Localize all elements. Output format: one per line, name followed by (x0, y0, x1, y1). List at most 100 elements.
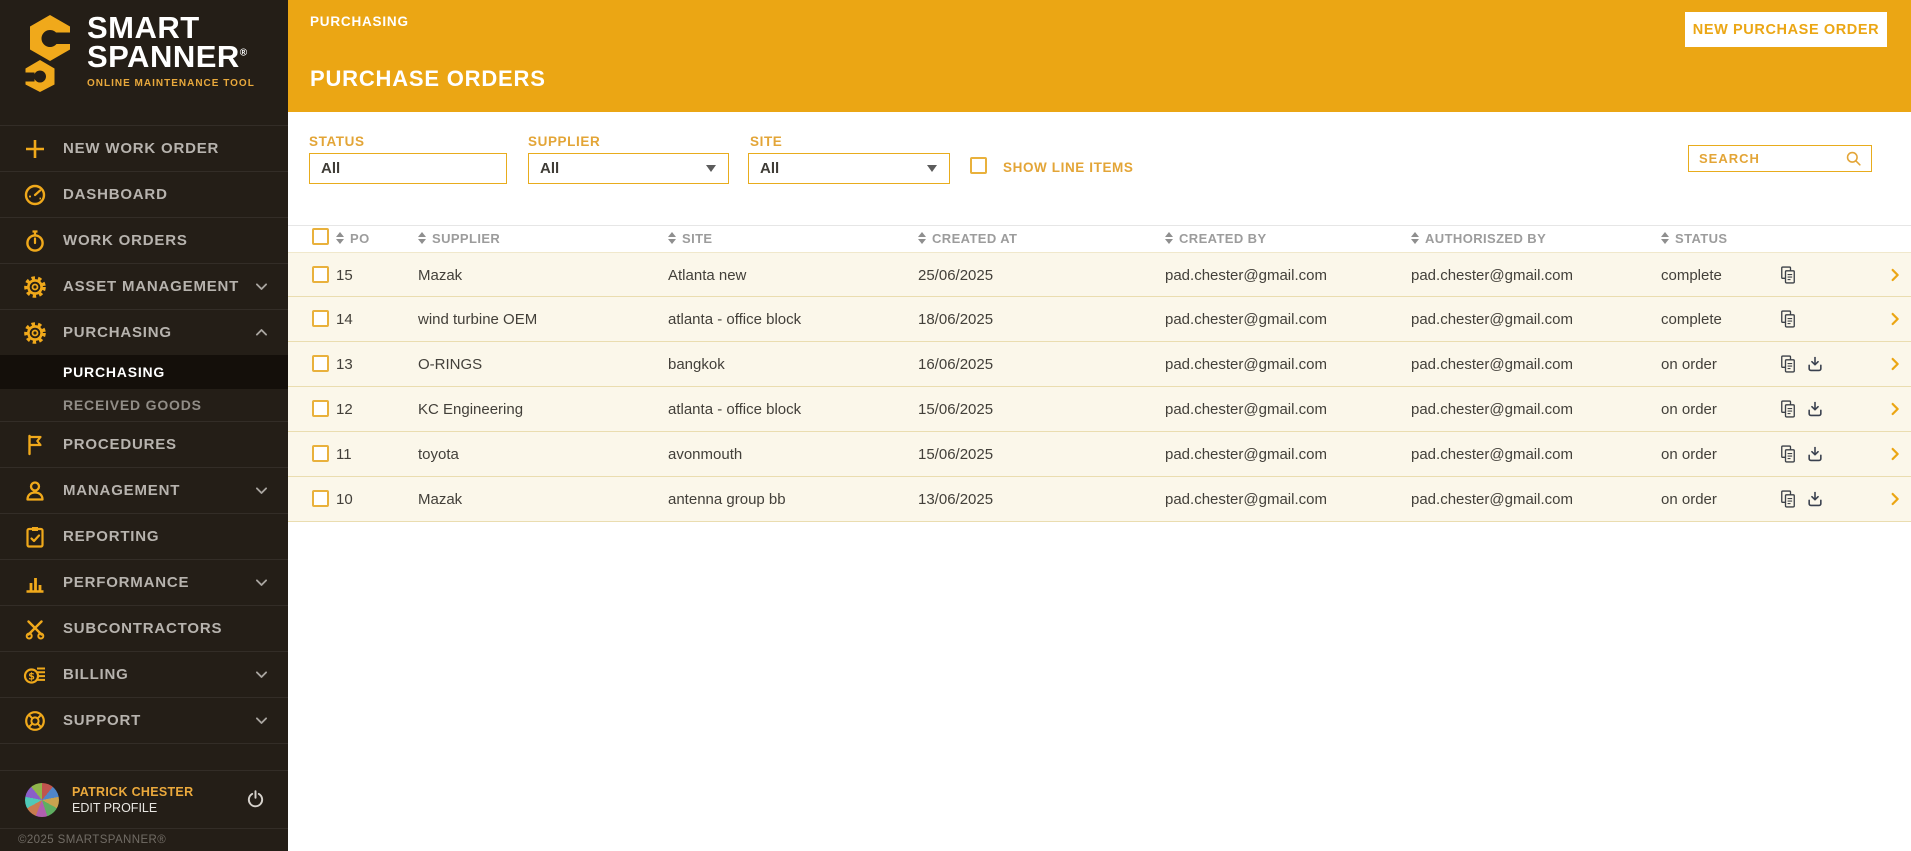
sort-icon[interactable] (1661, 232, 1669, 244)
created-at-cell: 16/06/2025 (918, 356, 994, 373)
chevron-down-icon[interactable] (253, 482, 270, 499)
sidebar-item-asset-management[interactable]: ASSET MANAGEMENT (0, 263, 288, 309)
row-checkbox[interactable] (312, 310, 329, 327)
chevron-down-icon[interactable] (253, 574, 270, 591)
table-row[interactable]: 12 KC Engineering atlanta - office block… (288, 387, 1911, 432)
copy-icon[interactable] (1778, 399, 1798, 419)
gear-icon (22, 275, 48, 299)
sidebar-item-billing[interactable]: $ BILLING (0, 651, 288, 697)
sidebar-item-management[interactable]: MANAGEMENT (0, 467, 288, 513)
logo[interactable]: SMART SPANNER® ONLINE MAINTENANCE TOOL (0, 0, 288, 125)
edit-profile-link[interactable]: EDIT PROFILE (72, 801, 193, 815)
chevron-right-icon[interactable] (1887, 446, 1903, 462)
column-header-created-by[interactable]: CREATED BY (1165, 229, 1267, 247)
column-header-status[interactable]: STATUS (1661, 229, 1727, 247)
row-checkbox[interactable] (312, 445, 329, 462)
column-header-po[interactable]: PO (336, 229, 370, 247)
power-icon[interactable] (245, 789, 266, 810)
sort-icon[interactable] (336, 232, 344, 244)
created-at-cell: 13/06/2025 (918, 491, 994, 508)
supplier-cell: KC Engineering (418, 401, 524, 418)
authorized-by-cell: pad.chester@gmail.com (1411, 267, 1573, 284)
table-row[interactable]: 13 O-RINGS bangkok 16/06/2025 pad.cheste… (288, 342, 1911, 387)
row-checkbox[interactable] (312, 490, 329, 507)
show-line-items-checkbox[interactable] (970, 157, 987, 174)
chevron-right-icon[interactable] (1887, 401, 1903, 417)
breadcrumb[interactable]: PURCHASING (310, 14, 409, 29)
site-cell: Atlanta new (668, 267, 747, 284)
main-content: PURCHASING PURCHASE ORDERS NEW PURCHASE … (288, 0, 1911, 851)
sidebar-item-label: MANAGEMENT (63, 482, 181, 499)
search-icon[interactable] (1844, 149, 1863, 168)
sort-icon[interactable] (1411, 232, 1419, 244)
site-filter-select[interactable]: All (748, 153, 950, 184)
search-input[interactable] (1699, 151, 1844, 166)
table-row[interactable]: 10 Mazak antenna group bb 13/06/2025 pad… (288, 477, 1911, 522)
chevron-right-icon[interactable] (1887, 311, 1903, 327)
authorized-by-cell: pad.chester@gmail.com (1411, 356, 1573, 373)
bar-chart-icon (22, 571, 48, 595)
sidebar-item-reporting[interactable]: REPORTING (0, 513, 288, 559)
chevron-right-icon[interactable] (1887, 267, 1903, 283)
supplier-filter-select[interactable]: All (528, 153, 729, 184)
sidebar-subitem-received-goods[interactable]: RECEIVED GOODS (0, 389, 288, 421)
row-checkbox[interactable] (312, 355, 329, 372)
column-header-authorized-by[interactable]: AUTHORISZED BY (1411, 229, 1546, 247)
sidebar-item-purchasing[interactable]: PURCHASING (0, 309, 288, 355)
column-header-site[interactable]: SITE (668, 229, 713, 247)
column-header-supplier[interactable]: SUPPLIER (418, 229, 500, 247)
plus-icon (22, 137, 48, 161)
download-icon[interactable] (1805, 444, 1825, 464)
sort-icon[interactable] (1165, 232, 1173, 244)
status-cell: complete (1661, 311, 1722, 328)
sidebar-subitem-purchasing[interactable]: PURCHASING (0, 355, 288, 389)
sort-icon[interactable] (418, 232, 426, 244)
copy-icon[interactable] (1778, 265, 1798, 285)
sidebar-item-new-work-order[interactable]: NEW WORK ORDER (0, 125, 288, 171)
chevron-right-icon[interactable] (1887, 491, 1903, 507)
download-icon[interactable] (1805, 489, 1825, 509)
supplier-cell: wind turbine OEM (418, 311, 538, 328)
sort-icon[interactable] (668, 232, 676, 244)
status-filter-input[interactable] (309, 153, 507, 184)
po-cell: 15 (336, 267, 353, 284)
status-filter-label: STATUS (309, 134, 365, 149)
table-row[interactable]: 14 wind turbine OEM atlanta - office blo… (288, 297, 1911, 342)
column-header-created-at[interactable]: CREATED AT (918, 229, 1017, 247)
sidebar-item-subcontractors[interactable]: SUBCONTRACTORS (0, 605, 288, 651)
sidebar: SMART SPANNER® ONLINE MAINTENANCE TOOL NE… (0, 0, 288, 851)
sidebar-item-label: BILLING (63, 666, 129, 683)
created-by-cell: pad.chester@gmail.com (1165, 401, 1327, 418)
download-icon[interactable] (1805, 399, 1825, 419)
new-purchase-order-button[interactable]: NEW PURCHASE ORDER (1685, 12, 1887, 47)
sidebar-item-procedures[interactable]: PROCEDURES (0, 421, 288, 467)
table-row[interactable]: 11 toyota avonmouth 15/06/2025 pad.chest… (288, 432, 1911, 477)
download-icon[interactable] (1805, 354, 1825, 374)
sidebar-item-label: NEW WORK ORDER (63, 140, 220, 157)
chevron-up-icon[interactable] (253, 324, 270, 341)
page-header: PURCHASING PURCHASE ORDERS NEW PURCHASE … (288, 0, 1911, 112)
chevron-down-icon[interactable] (253, 712, 270, 729)
authorized-by-cell: pad.chester@gmail.com (1411, 491, 1573, 508)
sidebar-item-support[interactable]: SUPPORT (0, 697, 288, 743)
select-all-checkbox[interactable] (312, 228, 329, 245)
show-line-items-label[interactable]: SHOW LINE ITEMS (1003, 160, 1134, 175)
row-checkbox[interactable] (312, 266, 329, 283)
flag-icon (22, 433, 48, 457)
avatar[interactable] (25, 782, 59, 817)
sort-icon[interactable] (918, 232, 926, 244)
sidebar-item-dashboard[interactable]: DASHBOARD (0, 171, 288, 217)
sidebar-item-work-orders[interactable]: WORK ORDERS (0, 217, 288, 263)
sidebar-item-performance[interactable]: PERFORMANCE (0, 559, 288, 605)
chevron-down-icon[interactable] (253, 666, 270, 683)
chevron-down-icon[interactable] (253, 278, 270, 295)
copy-icon[interactable] (1778, 354, 1798, 374)
copy-icon[interactable] (1778, 489, 1798, 509)
table-row[interactable]: 15 Mazak Atlanta new 25/06/2025 pad.ches… (288, 252, 1911, 297)
dropdown-caret-icon (927, 165, 937, 172)
chevron-right-icon[interactable] (1887, 356, 1903, 372)
copy-icon[interactable] (1778, 444, 1798, 464)
created-by-cell: pad.chester@gmail.com (1165, 491, 1327, 508)
row-checkbox[interactable] (312, 400, 329, 417)
copy-icon[interactable] (1778, 309, 1798, 329)
